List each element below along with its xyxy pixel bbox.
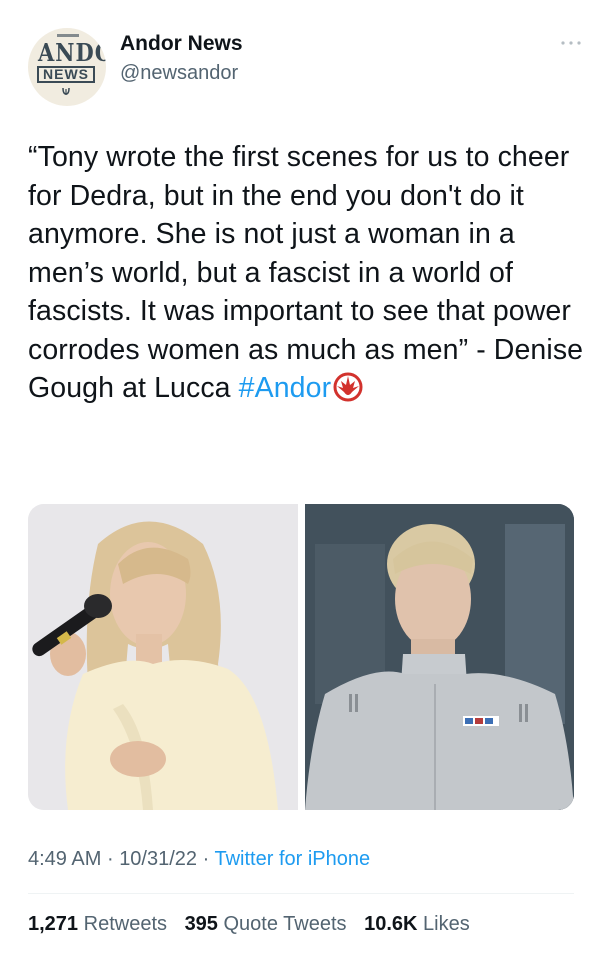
tweet-media[interactable] [28,504,574,810]
avatar[interactable]: ANDOR NEWS [28,28,106,106]
account-handle[interactable]: @newsandor [120,62,238,85]
likes-stat[interactable]: 10.6K Likes [364,913,470,935]
quote-tweets-stat[interactable]: 395 Quote Tweets [185,913,347,935]
quote-tweets-count: 395 [184,913,218,935]
account-name[interactable]: Andor News [120,32,243,56]
tweet-body: “Tony wrote the first scenes for us to c… [28,141,584,404]
retweets-stat[interactable]: 1,271 Retweets [28,913,167,935]
tweet-date[interactable]: 10/31/22 [119,848,197,870]
divider [28,893,574,894]
woman-speaking-into-microphone-photo[interactable] [28,504,298,810]
avatar-emblem-icon [62,87,70,95]
imperial-officer-uniform-photo[interactable] [305,504,574,810]
meta-separator: · [106,848,114,870]
tweet-meta: 4:49 AM · 10/31/22 · Twitter for iPhone [28,848,370,871]
avatar-logo-andor: ANDOR [38,38,106,67]
retweets-count: 1,271 [28,913,79,935]
tweet-source[interactable]: Twitter for iPhone [214,848,370,870]
avatar-logo-mark-top [57,34,79,37]
tweet-time[interactable]: 4:49 AM [28,848,101,870]
likes-count: 10.6K [364,913,418,935]
tweet-header: ANDOR NEWS Andor News @newsandor [28,24,588,106]
likes-label: Likes [423,913,470,935]
quote-tweets-label: Quote Tweets [223,913,347,935]
retweets-label: Retweets [83,913,167,935]
avatar-logo-news: NEWS [37,66,95,83]
hashtag-andor[interactable]: #Andor [239,372,332,404]
rebel-alliance-icon [333,372,363,402]
meta-separator: · [202,848,210,870]
tweet-text: “Tony wrote the first scenes for us to c… [28,138,588,408]
more-options-icon[interactable] [560,40,582,46]
tweet-stats: 1,271 Retweets 395 Quote Tweets 10.6K Li… [28,913,470,936]
